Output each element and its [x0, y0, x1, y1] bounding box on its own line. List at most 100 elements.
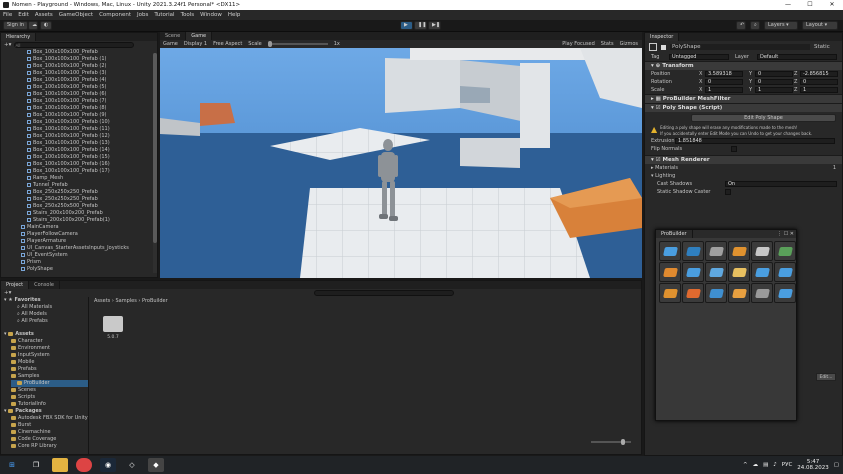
probuilder-tool-button[interactable]: [705, 262, 727, 282]
menu-item-help[interactable]: Help: [228, 12, 241, 18]
asset-folder[interactable]: Samples: [11, 373, 88, 380]
favorites-header[interactable]: ▾ ★ Favorites: [1, 297, 88, 304]
hierarchy-root-item[interactable]: MainCamera: [21, 224, 157, 231]
hierarchy-item[interactable]: Box_100x100x100_Prefab (6): [27, 91, 157, 98]
materials-row[interactable]: ▸ Materials 1: [645, 164, 842, 172]
breadcrumb-item[interactable]: Samples: [115, 298, 136, 304]
hierarchy-item[interactable]: Box_100x100x100_Prefab (16): [27, 161, 157, 168]
task-view-icon[interactable]: ❐: [28, 458, 44, 472]
icon-size-slider[interactable]: [591, 439, 631, 445]
probuilder-tool-button[interactable]: [728, 283, 750, 303]
hierarchy-item[interactable]: Box_250x250x500_Prefab: [27, 203, 157, 210]
hierarchy-search-input[interactable]: [14, 42, 135, 48]
network-icon[interactable]: ▤: [763, 462, 768, 468]
menu-item-edit[interactable]: Edit: [18, 12, 29, 18]
tab-inspector[interactable]: Inspector: [645, 33, 680, 41]
package-folder[interactable]: Code Coverage: [11, 436, 88, 443]
edit-polyshape-button[interactable]: Edit Poly Shape: [691, 114, 836, 122]
hierarchy-item[interactable]: Box_100x100x100_Prefab (17): [27, 168, 157, 175]
hierarchy-item[interactable]: Box_100x100x100_Prefab (13): [27, 140, 157, 147]
rotation-y-field[interactable]: 0: [755, 79, 793, 85]
layer-dropdown[interactable]: Default: [757, 54, 837, 60]
menu-item-assets[interactable]: Assets: [35, 12, 53, 18]
hierarchy-root-item[interactable]: Prism: [21, 259, 157, 266]
pause-button[interactable]: ❚❚: [414, 21, 427, 30]
hierarchy-item[interactable]: Box_100x100x100_Prefab (7): [27, 98, 157, 105]
package-folder[interactable]: Core RP Library: [11, 443, 88, 450]
create-add-icon[interactable]: +▾: [4, 290, 11, 296]
asset-folder[interactable]: Prefabs: [11, 366, 88, 373]
package-folder[interactable]: Cinemachine: [11, 429, 88, 436]
layout-dropdown[interactable]: Layout ▾: [802, 21, 838, 30]
hierarchy-item[interactable]: Box_100x100x100_Prefab: [27, 49, 157, 56]
hierarchy-item[interactable]: Box_100x100x100_Prefab (11): [27, 126, 157, 133]
volume-icon[interactable]: ♪: [773, 462, 777, 468]
hierarchy-item[interactable]: Box_100x100x100_Prefab (12): [27, 133, 157, 140]
scale-slider[interactable]: [267, 41, 328, 47]
packages-header[interactable]: ▾ Packages: [1, 408, 88, 415]
cast-shadows-dropdown[interactable]: On: [725, 181, 837, 187]
probuilder-tool-button[interactable]: [659, 241, 681, 261]
tab-console[interactable]: Console: [29, 281, 60, 289]
hierarchy-item[interactable]: Box_100x100x100_Prefab (3): [27, 70, 157, 77]
menu-item-jobs[interactable]: Jobs: [137, 12, 148, 18]
hierarchy-item[interactable]: Box_100x100x100_Prefab (4): [27, 77, 157, 84]
tag-dropdown[interactable]: Untagged: [669, 54, 729, 60]
layers-dropdown[interactable]: Layers ▾: [764, 21, 798, 30]
menu-item-component[interactable]: Component: [99, 12, 131, 18]
hierarchy-item[interactable]: Box_100x100x100_Prefab (5): [27, 84, 157, 91]
probuilder-tool-button[interactable]: [682, 283, 704, 303]
asset-folder[interactable]: InputSystem: [11, 352, 88, 359]
project-search-input[interactable]: [314, 290, 455, 296]
windows-start-icon[interactable]: ⊞: [4, 458, 20, 472]
hierarchy-root-item[interactable]: UI_Canvas_StarterAssetsInputs_Joysticks: [21, 245, 157, 252]
probuilder-tool-button[interactable]: [659, 262, 681, 282]
transform-header[interactable]: ▾ ⊕ Transform: [645, 61, 842, 70]
tab-scene[interactable]: Scene: [160, 32, 187, 40]
steam-icon[interactable]: ◉: [100, 458, 116, 472]
hierarchy-item[interactable]: Box_100x100x100_Prefab (14): [27, 147, 157, 154]
close-button[interactable]: ✕: [821, 0, 843, 10]
favorite-item[interactable]: ⌕ All Prefabs: [17, 318, 88, 325]
meshrenderer-header[interactable]: ▾ ☑ Mesh Renderer: [645, 155, 842, 164]
tray-arrow-icon[interactable]: ^: [743, 462, 748, 468]
asset-folder[interactable]: TutorialInfo: [11, 401, 88, 408]
favorite-item[interactable]: ⌕ All Materials: [17, 304, 88, 311]
hierarchy-root-item[interactable]: PlayerFollowCamera: [21, 231, 157, 238]
chrome-icon[interactable]: [76, 458, 92, 472]
cloud-icon[interactable]: ☁: [28, 21, 38, 30]
breadcrumb-item[interactable]: Assets: [94, 298, 110, 304]
tab-project[interactable]: Project: [1, 281, 30, 289]
maximize-button[interactable]: ☐: [799, 0, 821, 10]
probuilder-tool-button[interactable]: [774, 241, 796, 261]
tab-hierarchy[interactable]: Hierarchy: [1, 33, 37, 41]
game-viewport[interactable]: [160, 48, 642, 278]
probuilder-tool-button[interactable]: [728, 241, 750, 261]
asset-folder[interactable]: Character: [11, 338, 88, 345]
language-indicator[interactable]: РУС: [782, 462, 793, 468]
asset-folder[interactable]: Scenes: [11, 387, 88, 394]
gizmos-button[interactable]: Gizmos: [620, 41, 638, 47]
game-display-dropdown[interactable]: Game: [163, 41, 178, 47]
active-checkbox[interactable]: [661, 44, 666, 50]
probuilder-tool-button[interactable]: [705, 241, 727, 261]
unity-editor-icon[interactable]: ◆: [148, 458, 164, 472]
hierarchy-item[interactable]: Box_100x100x100_Prefab (2): [27, 63, 157, 70]
hierarchy-root-item[interactable]: PolyShape: [21, 266, 157, 273]
search-icon[interactable]: ⌕: [750, 21, 760, 30]
probuilder-tool-button[interactable]: [774, 283, 796, 303]
meshfilter-header[interactable]: ▸ ▦ ProBuilder MeshFilter: [645, 94, 842, 103]
polyshape-header[interactable]: ▾ ☑ Poly Shape (Script): [645, 103, 842, 112]
flip-normals-checkbox[interactable]: [731, 146, 737, 152]
asset-folder[interactable]: ProBuilder: [11, 380, 88, 387]
scale-z-field[interactable]: 1: [800, 87, 838, 93]
minimize-button[interactable]: —: [777, 0, 799, 10]
probuilder-tool-button[interactable]: [774, 262, 796, 282]
object-name-field[interactable]: PolyShape: [670, 44, 810, 50]
unity-hub-icon[interactable]: ◇: [124, 458, 140, 472]
tray-cloud-icon[interactable]: ☁: [753, 462, 759, 468]
hierarchy-item[interactable]: Box_100x100x100_Prefab (9): [27, 112, 157, 119]
signin-button[interactable]: Sign in: [3, 21, 29, 30]
asset-folder[interactable]: Scripts: [11, 394, 88, 401]
probuilder-tool-button[interactable]: [682, 241, 704, 261]
